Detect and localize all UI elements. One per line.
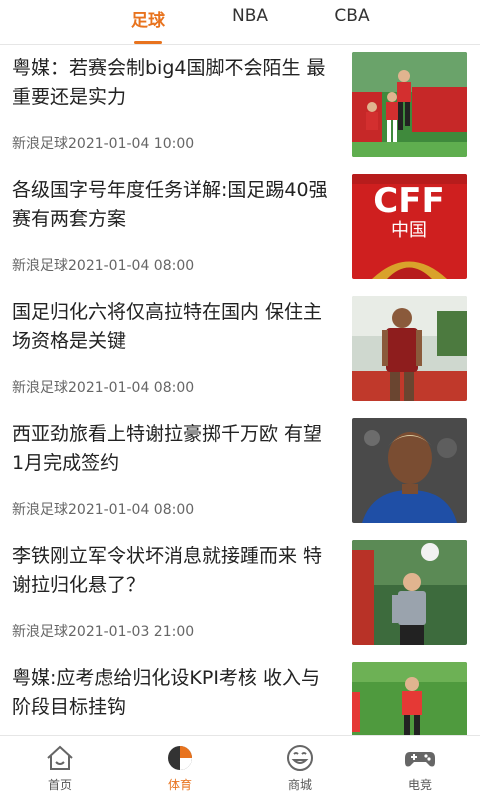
tab-label: 足球 [131, 11, 165, 31]
news-title: 各级国字号年度任务详解:国足踢40强赛有两套方案 [12, 179, 328, 230]
news-source-time: 新浪足球2021-01-03 21:00 [12, 624, 195, 640]
nav-home[interactable]: 首页 [0, 736, 120, 801]
nav-label: 首页 [47, 778, 72, 792]
nav-esports[interactable]: 电竞 [360, 736, 480, 801]
bottom-nav-bar: 首页 体育 商城 电竞 [0, 735, 480, 801]
news-title: 粤媒：若赛会制big4国脚不会陌生 最重要还是实力 [12, 57, 326, 108]
cff-logo-text: CFF [373, 181, 444, 221]
news-thumbnail [352, 296, 467, 401]
nav-mall[interactable]: 商城 [240, 736, 360, 801]
news-title: 西亚劲旅看上特谢拉豪掷千万欧 有望1月完成签约 [12, 423, 323, 474]
tab-nba[interactable]: NBA [220, 6, 280, 38]
nav-label: 商城 [287, 778, 312, 792]
active-tab-indicator [134, 41, 162, 44]
nav-label: 体育 [167, 778, 192, 792]
tab-label: NBA [231, 6, 268, 26]
news-source-time: 新浪足球2021-01-04 08:00 [12, 258, 195, 274]
tab-football[interactable]: 足球 [118, 6, 178, 44]
news-title: 李铁刚立军令状坏消息就接踵而来 特谢拉归化悬了？ [12, 545, 323, 596]
tab-label: CBA [334, 6, 370, 26]
news-thumbnail [352, 52, 467, 157]
news-thumbnail [352, 540, 467, 645]
news-thumbnail [352, 418, 467, 523]
home-icon [44, 744, 76, 772]
news-item[interactable]: 各级国字号年度任务详解:国足踢40强赛有两套方案 新浪足球2021-01-04 … [0, 167, 480, 288]
news-item[interactable]: 粤媒:应考虑给归化设KPI考核 收入与阶段目标挂钩 [0, 655, 480, 735]
news-thumbnail [352, 662, 467, 735]
china-logo-text: 中国 [391, 220, 427, 241]
news-thumbnail: CFF 中国 [352, 174, 467, 279]
news-feed[interactable]: 粤媒：若赛会制big4国脚不会陌生 最重要还是实力 新浪足球2021-01-04… [0, 45, 480, 735]
news-item[interactable]: 李铁刚立军令状坏消息就接踵而来 特谢拉归化悬了？ 新浪足球2021-01-03 … [0, 533, 480, 654]
mall-face-icon [284, 744, 316, 772]
nav-label: 电竞 [407, 778, 432, 792]
top-tab-bar: 足球 NBA CBA [0, 0, 480, 45]
sports-pie-icon [164, 744, 196, 772]
news-title: 国足归化六将仅高拉特在国内 保住主场资格是关键 [12, 301, 323, 352]
news-source-time: 新浪足球2021-01-04 10:00 [12, 136, 195, 152]
news-item[interactable]: 粤媒：若赛会制big4国脚不会陌生 最重要还是实力 新浪足球2021-01-04… [0, 45, 480, 166]
news-item[interactable]: 国足归化六将仅高拉特在国内 保住主场资格是关键 新浪足球2021-01-04 0… [0, 289, 480, 410]
tab-cba[interactable]: CBA [322, 6, 382, 38]
news-title: 粤媒:应考虑给归化设KPI考核 收入与阶段目标挂钩 [12, 667, 320, 718]
nav-sports[interactable]: 体育 [120, 736, 240, 801]
gamepad-icon [404, 744, 436, 772]
news-item[interactable]: 西亚劲旅看上特谢拉豪掷千万欧 有望1月完成签约 新浪足球2021-01-04 0… [0, 411, 480, 532]
news-source-time: 新浪足球2021-01-04 08:00 [12, 380, 195, 396]
news-source-time: 新浪足球2021-01-04 08:00 [12, 502, 195, 518]
